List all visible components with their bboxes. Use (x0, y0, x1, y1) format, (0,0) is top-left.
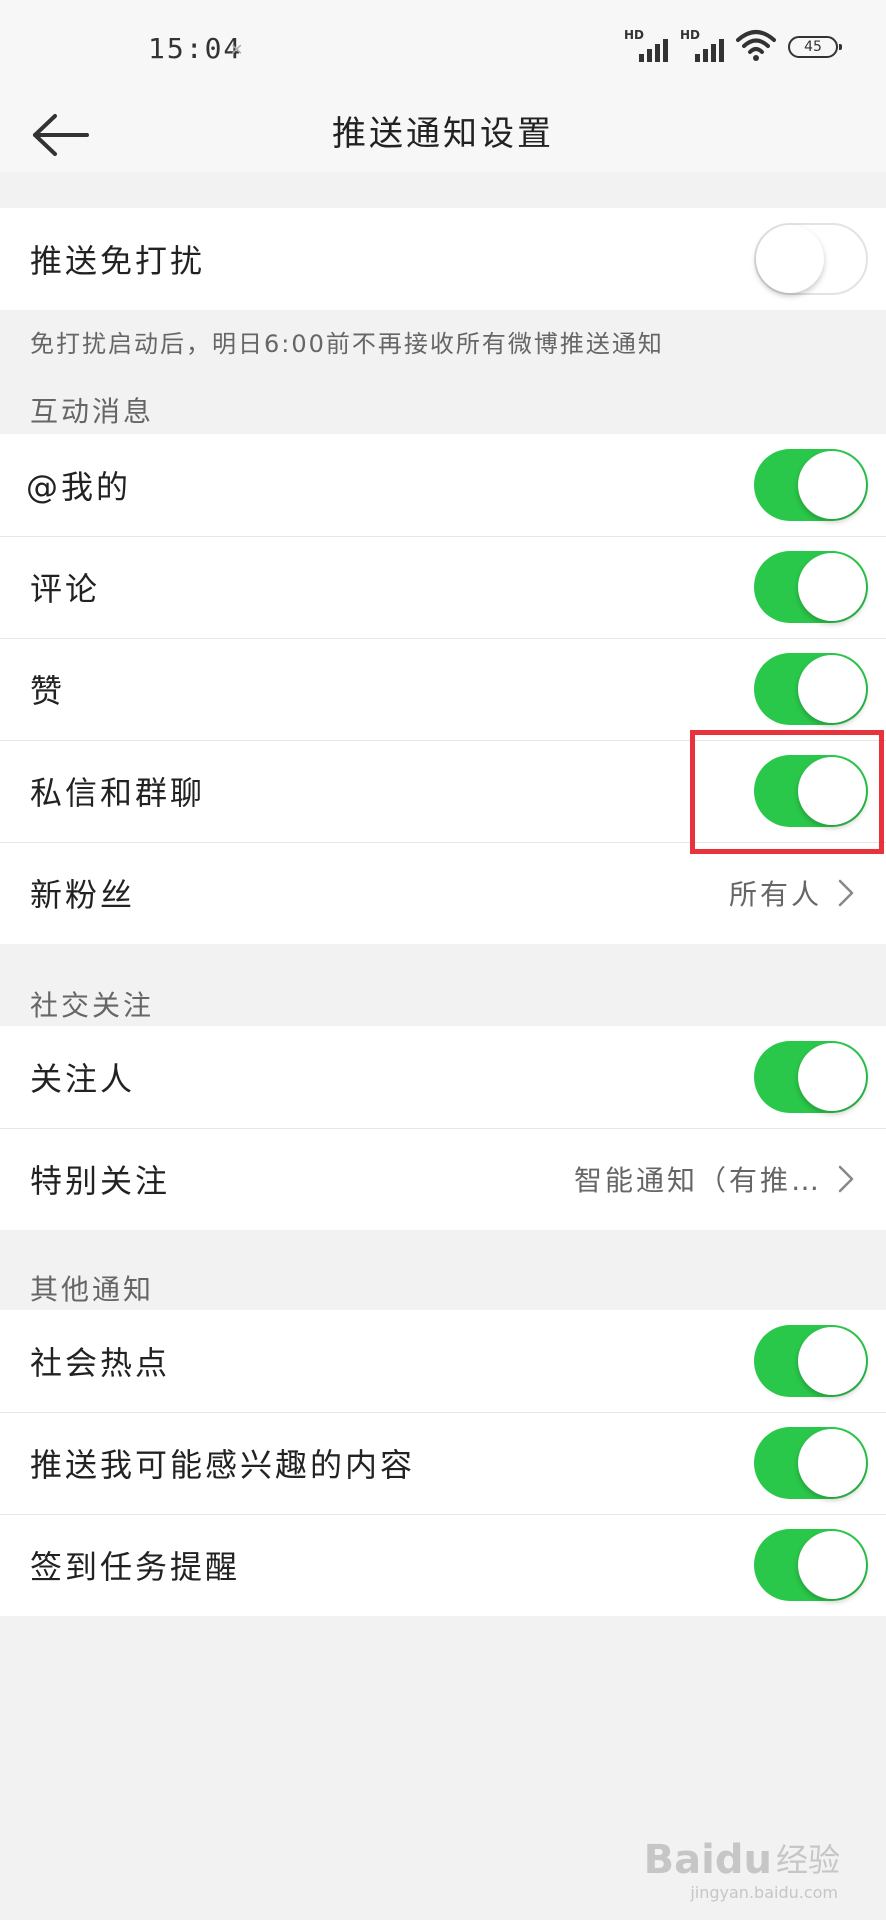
toggle-knob (798, 553, 866, 621)
watermark-sub: 经验 (775, 1841, 840, 1879)
likes-toggle[interactable] (754, 653, 868, 725)
other-group: 社会热点 推送我可能感兴趣的内容 签到任务提醒 (0, 1310, 886, 1616)
section-header-social: 社交关注 (30, 989, 155, 1022)
dnd-toggle[interactable] (754, 223, 868, 295)
battery-icon: 45 (788, 36, 842, 58)
watermark-brand: Baidu (643, 1837, 772, 1883)
hot-topics-toggle[interactable] (754, 1325, 868, 1397)
toggle-knob (798, 1531, 866, 1599)
wifi-icon (736, 30, 776, 61)
back-button[interactable] (26, 100, 96, 170)
row-value: 所有人 (728, 878, 822, 911)
comments-toggle[interactable] (754, 551, 868, 623)
private-messages-toggle[interactable] (754, 755, 868, 827)
dnd-label: 推送免打扰 (30, 242, 206, 280)
toggle-knob (798, 757, 866, 825)
social-group: 关注人 特别关注 智能通知（有推… (0, 1026, 886, 1230)
chevron-right-icon (838, 879, 854, 907)
recommendations-toggle[interactable] (754, 1427, 868, 1499)
watermark-url: jingyan.baidu.com (690, 1883, 838, 1902)
checkin-reminder-toggle[interactable] (754, 1529, 868, 1601)
interaction-group: @我的 评论 赞 私信和群聊 新粉丝 所有人 (0, 434, 886, 944)
list-item: 签到任务提醒 (0, 1514, 886, 1616)
row-label: 评论 (30, 570, 101, 608)
toggle-knob (798, 1043, 866, 1111)
list-item: 私信和群聊 (0, 740, 886, 842)
notification-icon: ✕ (230, 40, 244, 59)
row-label: 推送我可能感兴趣的内容 (30, 1446, 416, 1484)
new-followers-row[interactable]: 新粉丝 所有人 (0, 842, 886, 944)
list-item: 推送我可能感兴趣的内容 (0, 1412, 886, 1514)
page-title: 推送通知设置 (332, 114, 554, 154)
dnd-row: 推送免打扰 (0, 208, 886, 310)
signal-icon: HD (680, 28, 724, 62)
chevron-right-icon (838, 1165, 854, 1193)
arrow-left-icon (33, 114, 89, 156)
status-time: 15:04 (148, 32, 243, 65)
status-bar: 15:04 ✕ HD HD 45 (0, 0, 886, 96)
baidu-watermark: Baidu 经验 (644, 1840, 840, 1880)
row-label: 社会热点 (30, 1344, 171, 1382)
battery-level: 45 (804, 39, 822, 55)
dnd-note: 免打扰启动后，明日6:00前不再接收所有微博推送通知 (30, 330, 664, 358)
dnd-group: 推送免打扰 (0, 208, 886, 310)
nav-bar: 推送通知设置 (0, 96, 886, 172)
list-item: @我的 (0, 434, 886, 536)
row-label: @我的 (26, 468, 132, 506)
toggle-knob (756, 225, 824, 293)
following-toggle[interactable] (754, 1041, 868, 1113)
row-label: 新粉丝 (30, 876, 136, 914)
section-header-interaction: 互动消息 (30, 395, 155, 428)
mentions-toggle[interactable] (754, 449, 868, 521)
status-icons: HD HD 45 (624, 28, 842, 62)
list-item: 关注人 (0, 1026, 886, 1128)
signal-icon: HD (624, 28, 668, 62)
special-follow-row[interactable]: 特别关注 智能通知（有推… (0, 1128, 886, 1230)
toggle-knob (798, 1327, 866, 1395)
row-label: 赞 (30, 672, 66, 710)
list-item: 赞 (0, 638, 886, 740)
list-item: 评论 (0, 536, 886, 638)
row-label: 私信和群聊 (30, 774, 206, 812)
row-label: 关注人 (30, 1060, 136, 1098)
row-label: 签到任务提醒 (30, 1548, 241, 1586)
list-item: 社会热点 (0, 1310, 886, 1412)
section-header-other: 其他通知 (30, 1273, 155, 1306)
toggle-knob (798, 655, 866, 723)
toggle-knob (798, 451, 866, 519)
row-label: 特别关注 (30, 1162, 171, 1200)
toggle-knob (798, 1429, 866, 1497)
row-value: 智能通知（有推… (573, 1164, 822, 1197)
